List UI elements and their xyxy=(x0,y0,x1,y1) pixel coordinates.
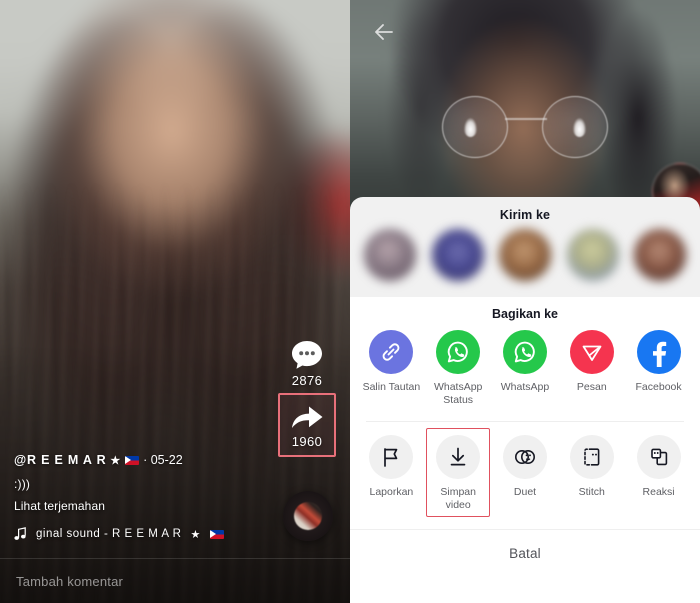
send-avatar-2[interactable] xyxy=(431,229,484,281)
sound-row[interactable]: ginal sound - R E E M A R ★ xyxy=(14,527,264,541)
sheet-action-stitch[interactable]: Stitch xyxy=(561,435,623,512)
paper-plane-icon-circle xyxy=(569,330,614,374)
sheet-action-simpan-video[interactable]: Simpan video xyxy=(426,428,491,518)
share-target-label: WhatsApp Status xyxy=(433,381,483,407)
whatsapp-icon xyxy=(447,341,468,363)
stitch-icon xyxy=(583,448,600,466)
sheet-actions-row: Laporkan Simpan video Duet Stitch Reaksi xyxy=(350,422,700,518)
music-note-icon xyxy=(14,527,26,540)
star-icon: ★ xyxy=(110,454,122,467)
author-handle: @R E E M A R xyxy=(14,453,107,467)
glasses-bridge xyxy=(505,118,547,120)
share-target-whatsapp[interactable]: WhatsApp xyxy=(494,330,556,407)
sheet-action-label: Laporkan xyxy=(369,486,414,499)
stitch-icon-circle xyxy=(569,435,614,480)
sound-name: ginal sound - R E E M A R xyxy=(36,528,182,540)
comment-input-bar[interactable]: Tambah komentar xyxy=(0,558,350,603)
share-to-title: Bagikan ke xyxy=(491,307,558,321)
share-targets-row: Salin Tautan WhatsApp Status WhatsApp Pe… xyxy=(350,330,700,407)
download-icon-circle xyxy=(436,435,481,480)
sound-disc-art xyxy=(294,502,322,530)
send-avatar-3[interactable] xyxy=(499,229,551,281)
share-target-salin-tautan[interactable]: Salin Tautan xyxy=(360,330,422,407)
sound-ph-flag-icon xyxy=(209,529,224,539)
author-row[interactable]: @R E E M A R ★ · 05-22 xyxy=(14,453,264,467)
paper-plane-icon xyxy=(582,345,602,361)
whatsapp-icon-circle-2 xyxy=(502,330,547,374)
share-target-pesan[interactable]: Pesan xyxy=(561,330,623,407)
share-arrow-icon xyxy=(292,406,323,428)
send-avatar-1[interactable] xyxy=(364,229,416,281)
share-target-label: Salin Tautan xyxy=(362,381,421,393)
lens-glare-right xyxy=(573,118,586,137)
whatsapp-icon-circle xyxy=(436,330,481,374)
sound-disc-button[interactable] xyxy=(283,491,333,541)
post-date: · 05-22 xyxy=(143,453,183,467)
send-to-avatar-row xyxy=(350,229,700,297)
sheet-action-laporkan[interactable]: Laporkan xyxy=(360,435,422,512)
flag-icon-circle xyxy=(369,435,414,480)
share-target-facebook[interactable]: Facebook xyxy=(628,330,690,407)
send-to-title: Kirim ke xyxy=(499,208,551,222)
sheet-action-label: Duet xyxy=(513,486,537,499)
duet-circles-icon xyxy=(514,450,535,465)
share-target-whatsapp-status[interactable]: WhatsApp Status xyxy=(427,330,489,407)
back-arrow-icon[interactable] xyxy=(372,20,396,44)
glasses-overlay xyxy=(442,96,608,158)
sheet-action-label: Simpan video xyxy=(440,486,476,512)
whatsapp-icon xyxy=(514,341,535,363)
comment-bubble-icon xyxy=(292,341,322,369)
sheet-action-label: Reaksi xyxy=(642,486,675,499)
sheet-action-reaksi[interactable]: Reaksi xyxy=(628,435,690,512)
share-target-label: WhatsApp xyxy=(500,381,550,393)
download-icon xyxy=(450,447,466,466)
send-avatar-4[interactable] xyxy=(566,229,619,281)
caption-block: @R E E M A R ★ · 05-22 :))) Lihat terjem… xyxy=(14,453,264,541)
reaction-icon-circle xyxy=(636,435,681,480)
comment-count: 2876 xyxy=(291,373,323,388)
share-count: 1960 xyxy=(291,433,323,449)
screenshot-root: 2876 1960 @R E E M A R ★ · 05-22:))) Li… xyxy=(0,0,700,603)
share-button[interactable]: 1960 xyxy=(278,393,336,457)
translate-link[interactable]: Lihat terjemahan xyxy=(14,499,264,513)
sheet-action-label: Stitch xyxy=(578,486,605,499)
caption-text: :))) xyxy=(14,477,31,491)
ph-flag-icon xyxy=(125,455,140,465)
link-icon-circle xyxy=(369,330,414,374)
facebook-icon-circle xyxy=(636,330,681,374)
duet-circles-icon-circle xyxy=(502,435,547,480)
facebook-icon xyxy=(652,341,666,367)
right-video-background xyxy=(350,0,700,230)
share-section: Bagikan ke Salin Tautan WhatsApp Status … xyxy=(350,297,700,603)
share-target-label: Facebook xyxy=(635,381,682,393)
reaction-icon xyxy=(650,448,667,466)
comment-button[interactable]: 2876 xyxy=(281,339,333,388)
comment-input-placeholder: Tambah komentar xyxy=(16,573,124,589)
sound-star-icon: ★ xyxy=(190,528,201,541)
left-video-panel: 2876 1960 @R E E M A R ★ · 05-22:))) Li… xyxy=(0,0,350,603)
right-share-panel: Kirim ke Bagikan ke Salin Tautan WhatsAp… xyxy=(350,0,700,603)
share-sheet: Kirim ke Bagikan ke Salin Tautan WhatsAp… xyxy=(350,197,700,603)
cancel-button[interactable]: Batal xyxy=(350,530,700,579)
send-avatar-5[interactable] xyxy=(634,229,686,281)
lens-glare-left xyxy=(464,118,477,137)
flag-icon xyxy=(384,448,398,468)
share-target-label: Pesan xyxy=(576,381,607,393)
sheet-action-duet[interactable]: Duet xyxy=(494,435,556,512)
link-icon xyxy=(383,343,400,361)
